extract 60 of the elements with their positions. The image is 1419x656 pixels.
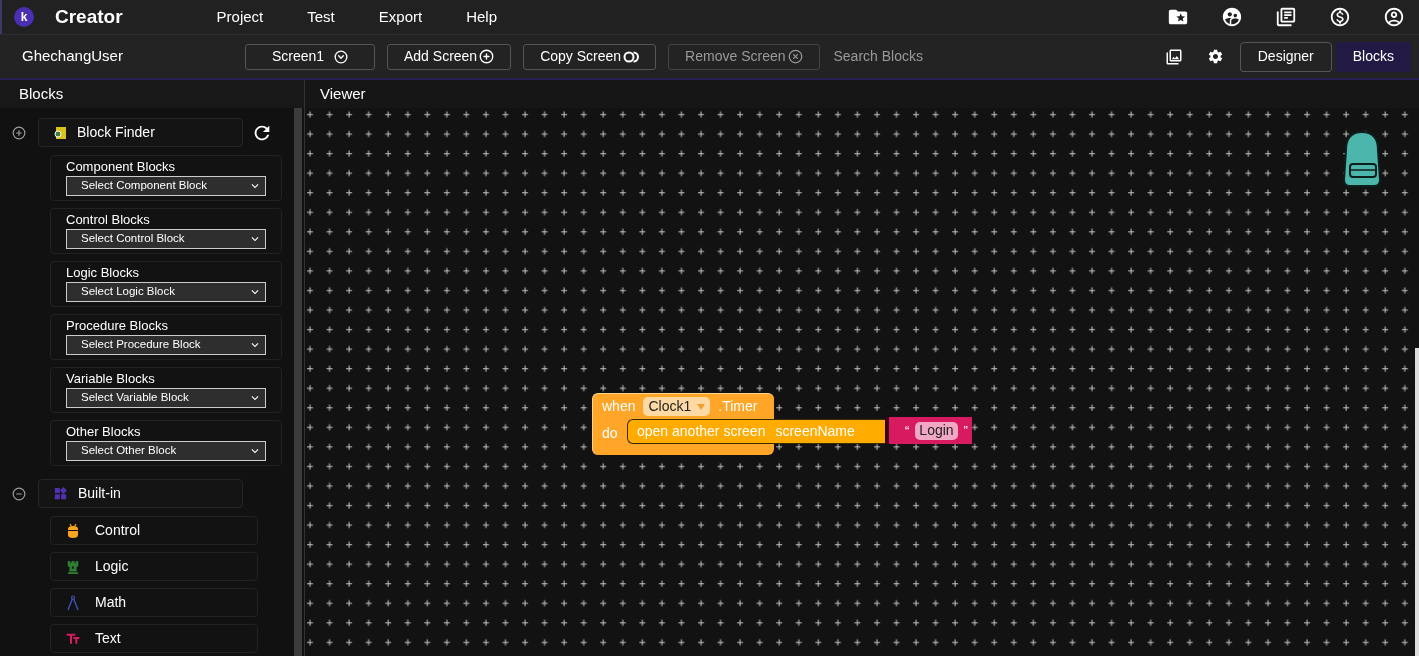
do-label: do (602, 424, 618, 443)
category-title: Procedure Blocks (66, 317, 169, 335)
settings-icon[interactable] (1206, 48, 1224, 65)
group-header[interactable]: Block Finder (38, 118, 243, 147)
dropdown-icon (334, 49, 349, 64)
group-header[interactable]: Built-in (38, 479, 243, 508)
category-title: Variable Blocks (66, 370, 156, 388)
app-logo: k (14, 7, 34, 27)
block-select[interactable]: Select Procedure Block (66, 335, 266, 355)
component-dropdown[interactable]: Clock1 (643, 397, 711, 416)
open-quote: “ (905, 421, 910, 440)
collapse-icon[interactable] (12, 486, 26, 501)
text-block[interactable]: “ Login ” (885, 417, 972, 444)
block-select[interactable]: Select Component Block (66, 176, 266, 196)
param-label: screenName (775, 422, 855, 441)
document-icon[interactable] (1275, 6, 1297, 28)
gallery-icon[interactable] (1164, 47, 1183, 66)
project-name: GhechangUser (22, 46, 124, 67)
category-title: Logic Blocks (66, 264, 140, 282)
expand-icon[interactable] (12, 125, 26, 140)
builtin-item[interactable]: Math (50, 588, 258, 617)
category-title: Component Blocks (66, 158, 177, 176)
view-tab[interactable]: Designer (1239, 41, 1332, 72)
block-finder-icon (53, 125, 67, 140)
menu-item[interactable]: Project (216, 5, 264, 29)
toolbar-button[interactable]: Add Screen (387, 43, 512, 70)
builtin-item[interactable]: Text (50, 624, 258, 653)
category-title: Control Blocks (66, 211, 151, 229)
search-field[interactable]: Search Blocks (833, 46, 974, 67)
menu-item[interactable]: Export (378, 5, 423, 29)
dropdown-arrow-icon (697, 403, 706, 410)
text-value[interactable]: Login (915, 421, 958, 440)
block-select[interactable]: Select Control Block (66, 229, 266, 249)
when-label: when (602, 397, 636, 416)
account-icon[interactable] (1383, 6, 1405, 28)
sidebar-title: Blocks (19, 83, 64, 104)
menu-item[interactable]: Help (466, 5, 497, 29)
toolbar-button[interactable]: Copy Screen (523, 43, 657, 70)
viewer-title: Viewer (320, 83, 366, 104)
block-select[interactable]: Select Variable Block (66, 388, 266, 408)
add-icon (479, 49, 495, 64)
block-select[interactable]: Select Logic Block (66, 282, 266, 302)
close-icon (787, 49, 803, 64)
close-quote: ” (963, 421, 968, 440)
category-title: Other Blocks (66, 423, 142, 441)
builtin-item[interactable]: Logic (50, 552, 258, 581)
app-title: Creator (55, 4, 123, 29)
scrollbar[interactable] (294, 108, 302, 656)
screen-selector[interactable]: Screen1 (245, 43, 375, 70)
menu-item[interactable]: Test (307, 5, 335, 29)
users-icon[interactable] (1221, 6, 1243, 28)
scrollbar[interactable] (1415, 348, 1419, 656)
dollar-icon[interactable] (1329, 6, 1351, 28)
block-select[interactable]: Select Other Block (66, 441, 266, 461)
call-label: open another screen (637, 422, 766, 441)
widgets-icon (53, 486, 68, 501)
copy-icon (623, 50, 640, 63)
event-label: .Timer (718, 397, 758, 416)
view-tab[interactable]: Blocks (1335, 41, 1411, 72)
builtin-item[interactable]: Control (50, 516, 258, 545)
